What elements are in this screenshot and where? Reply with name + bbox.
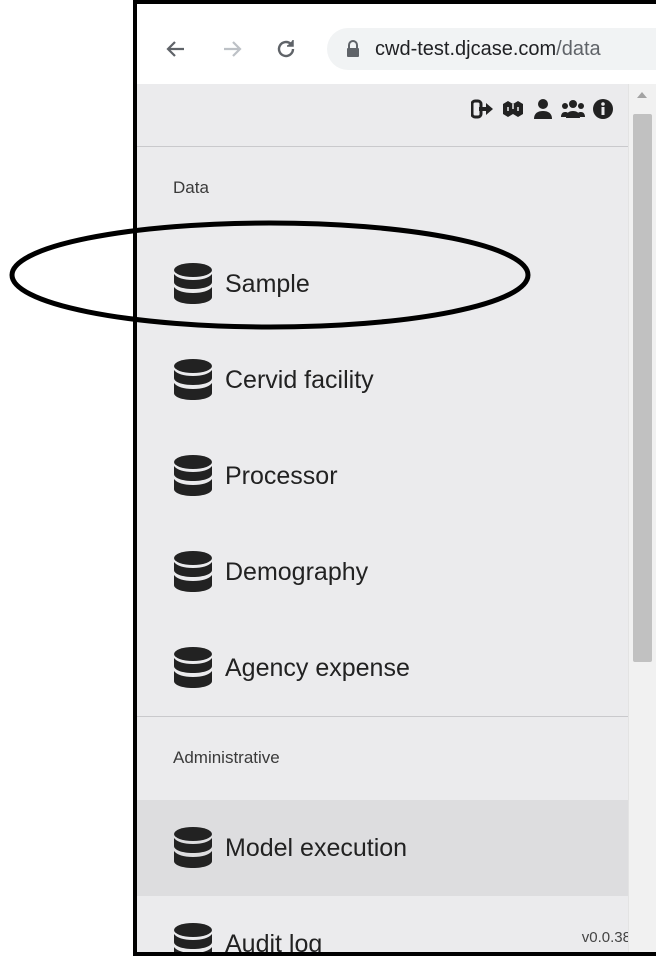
- info-icon[interactable]: [591, 98, 615, 120]
- address-bar[interactable]: cwd-test.djcase.com/data: [327, 28, 656, 70]
- sidebar-item-label: Model execution: [225, 833, 408, 862]
- sidebar-item-label: Demography: [225, 557, 369, 586]
- section-title-data: Data: [173, 178, 209, 197]
- forward-arrow-icon: [224, 41, 242, 57]
- sidebar-item-sample[interactable]: Sample: [137, 236, 629, 332]
- toolbar-icons: [471, 98, 615, 120]
- sign-out-icon[interactable]: [471, 98, 495, 120]
- url-host: cwd-test.djcase.com: [375, 37, 557, 60]
- database-icon: [174, 647, 212, 688]
- browser-toolbar: cwd-test.djcase.com/data: [137, 4, 656, 85]
- database-icon: [174, 923, 212, 952]
- sidebar-item-model-execution[interactable]: Model execution: [137, 800, 629, 896]
- database-icon: [174, 551, 212, 592]
- forward-button[interactable]: [215, 32, 249, 66]
- database-icon: [174, 455, 212, 496]
- sidebar-item-label: Sample: [225, 269, 310, 298]
- scroll-thumb[interactable]: [633, 114, 652, 662]
- lock-icon: [347, 40, 359, 57]
- sidebar-item-label: Audit log: [225, 929, 323, 956]
- url-text: cwd-test.djcase.com/data: [375, 38, 601, 61]
- boxes-icon[interactable]: [501, 98, 525, 120]
- users-icon[interactable]: [561, 98, 585, 120]
- back-button[interactable]: [159, 32, 193, 66]
- sidebar-toolbar: [137, 84, 629, 147]
- screenshot-frame: cwd-test.djcase.com/data Data Sample Cer…: [133, 0, 656, 956]
- sidebar-item-processor[interactable]: Processor: [137, 428, 629, 524]
- database-icon: [174, 263, 212, 304]
- sidebar-item-cervid-facility[interactable]: Cervid facility: [137, 332, 629, 428]
- scroll-up-arrow-icon[interactable]: [637, 92, 647, 98]
- sidebar-item-agency-expense[interactable]: Agency expense: [137, 620, 629, 716]
- database-icon: [174, 827, 212, 868]
- section-title-administrative: Administrative: [173, 748, 280, 767]
- version-label: v0.0.38: [581, 929, 631, 946]
- user-icon[interactable]: [531, 98, 555, 120]
- scrollbar[interactable]: [628, 84, 656, 952]
- sidebar-item-demography[interactable]: Demography: [137, 524, 629, 620]
- database-icon: [174, 359, 212, 400]
- sidebar-item-label: Processor: [225, 461, 338, 490]
- sidebar-item-label: Agency expense: [225, 653, 410, 682]
- sidebar: Data Sample Cervid facility Processor De…: [137, 84, 631, 952]
- reload-icon: [277, 40, 295, 58]
- reload-button[interactable]: [269, 32, 303, 66]
- sidebar-item-audit-log[interactable]: Audit log: [137, 896, 629, 956]
- sidebar-item-label: Cervid facility: [225, 365, 374, 394]
- section-divider: [137, 716, 629, 717]
- url-path: /data: [556, 37, 601, 60]
- back-arrow-icon: [166, 41, 184, 57]
